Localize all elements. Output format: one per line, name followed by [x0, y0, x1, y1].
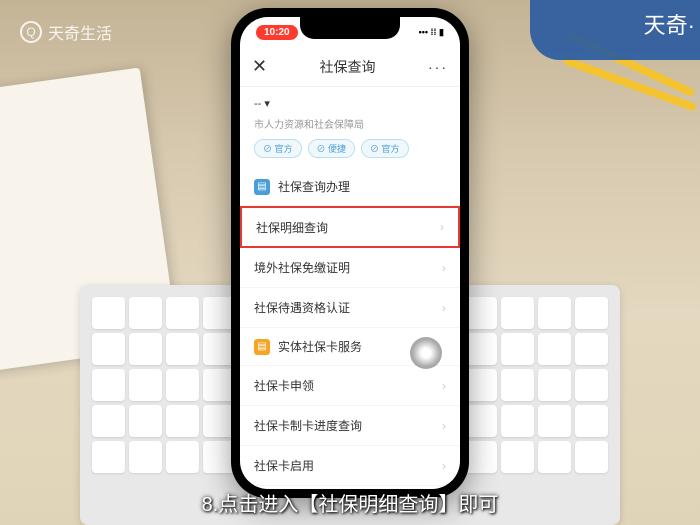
- chevron-right-icon: ›: [440, 220, 444, 234]
- item-label: 社保卡启用: [254, 457, 314, 474]
- region-dropdown[interactable]: -- ▾: [254, 97, 446, 110]
- close-icon[interactable]: ✕: [252, 56, 267, 77]
- section-icon: ▤: [254, 179, 270, 195]
- page-title: 社保查询: [320, 57, 376, 77]
- tag-convenient: ⊘ 便捷: [308, 139, 356, 158]
- item-label: 境外社保免缴证明: [254, 259, 350, 276]
- list-item[interactable]: 社保卡制卡进度查询 ›: [240, 406, 460, 446]
- tag-official: ⊘ 官方: [254, 139, 302, 158]
- chevron-right-icon: ›: [442, 301, 446, 315]
- section-icon: ▤: [254, 339, 270, 355]
- header-info: -- ▾ 市人力资源和社会保障局 ⊘ 官方 ⊘ 便捷 ⊘ 官方: [240, 87, 460, 168]
- agency-name: 市人力资源和社会保障局: [254, 116, 446, 131]
- assistive-touch-icon[interactable]: [410, 337, 442, 369]
- status-signals: ••• ⁞⁞ ▮: [419, 27, 444, 38]
- list-item[interactable]: 境外社保免缴证明 ›: [240, 248, 460, 288]
- corner-text: 天奇·: [644, 8, 695, 40]
- nav-bar: ✕ 社保查询 ···: [240, 47, 460, 87]
- list-item[interactable]: 社保明细查询 ›: [240, 206, 460, 248]
- list-item[interactable]: 社保待遇资格认证 ›: [240, 288, 460, 328]
- tag-official-2: ⊘ 官方: [361, 139, 409, 158]
- status-time: 10:20: [256, 25, 298, 40]
- section-query: ▤ 社保查询办理: [240, 168, 460, 206]
- item-label: 社保待遇资格认证: [254, 299, 350, 316]
- tag-row: ⊘ 官方 ⊘ 便捷 ⊘ 官方: [254, 139, 446, 158]
- chevron-right-icon: ›: [442, 419, 446, 433]
- watermark-text: 天奇生活: [48, 20, 112, 44]
- watermark-logo: Q 天奇生活: [20, 20, 112, 44]
- chevron-right-icon: ›: [442, 459, 446, 473]
- phone-frame: 10:20 ••• ⁞⁞ ▮ ✕ 社保查询 ··· -- ▾ 市人力资源和社会保…: [231, 8, 469, 498]
- more-icon[interactable]: ···: [428, 59, 448, 75]
- phone-notch: [300, 17, 400, 39]
- item-label: 社保卡申领: [254, 377, 314, 394]
- section-title: 实体社保卡服务: [278, 338, 362, 355]
- chevron-right-icon: ›: [442, 379, 446, 393]
- watermark-icon: Q: [20, 21, 42, 43]
- phone-screen: 10:20 ••• ⁞⁞ ▮ ✕ 社保查询 ··· -- ▾ 市人力资源和社会保…: [240, 17, 460, 489]
- chevron-right-icon: ›: [442, 261, 446, 275]
- section-title: 社保查询办理: [278, 178, 350, 195]
- item-label: 社保明细查询: [256, 219, 328, 236]
- corner-brand: 天奇·: [530, 0, 700, 60]
- list-item[interactable]: 社保卡申领 ›: [240, 366, 460, 406]
- item-label: 社保卡制卡进度查询: [254, 417, 362, 434]
- instruction-caption: 8.点击进入【社保明细查询】即可: [202, 488, 499, 517]
- list-item[interactable]: 社保卡启用 ›: [240, 446, 460, 486]
